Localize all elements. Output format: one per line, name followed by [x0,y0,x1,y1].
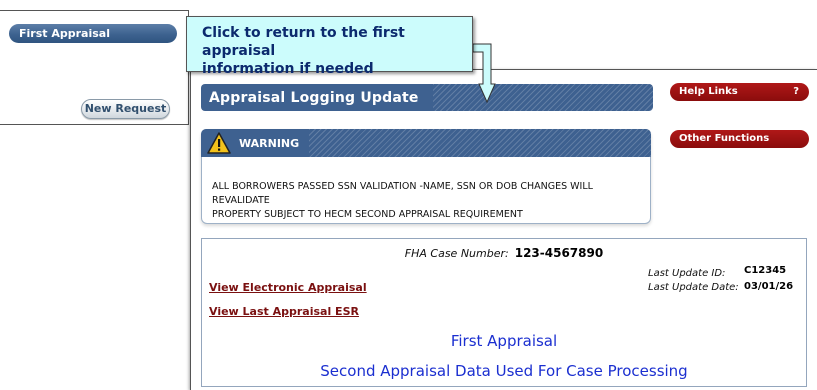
callout-tooltip: Click to return to the first appraisal i… [186,16,473,77]
warning-icon [207,132,231,154]
fha-case-number-label: FHA Case Number: [404,247,509,260]
new-request-button[interactable]: New Request [81,99,170,119]
callout-line-1: Click to return to the first appraisal [202,25,405,59]
other-functions-button[interactable]: Other Functions [670,130,809,148]
first-appraisal-heading: First Appraisal [450,332,558,350]
last-update-labels: Last Update ID: Last Update Date: [648,267,739,295]
appraisal-logging-window: Appraisal Logging Update Help Links ? Ot… [190,69,817,390]
warning-line: REVALIDATE [212,195,270,206]
last-update-date-label: Last Update Date: [648,282,739,293]
warning-panel: WARNING ALL BORROWERS PASSED SSN VALIDAT… [201,129,651,224]
help-links-label: Help Links [679,86,738,97]
page-title-bar: Appraisal Logging Update [201,84,653,111]
warning-header: WARNING [201,129,651,157]
title-bar-pattern [432,84,653,111]
last-update-id-label: Last Update ID: [648,268,726,279]
last-update-id-value: C12345 [744,265,787,276]
warning-title: WARNING [239,136,300,150]
fha-case-number-value: 123-4567890 [514,246,604,260]
last-update-date-value: 03/01/26 [744,281,794,292]
fha-case-number-row: FHA Case Number: 123-4567890 [202,246,806,260]
warning-line: PROPERTY SUBJECT TO HECM SECOND APPRAISA… [212,209,523,220]
warning-line: ALL BORROWERS PASSED SSN VALIDATION -NAM… [212,181,593,192]
case-details-panel: FHA Case Number: 123-4567890 Last Update … [201,238,807,387]
second-appraisal-heading: Second Appraisal Data Used For Case Proc… [320,362,688,380]
background-window: First Appraisal New Request [0,10,189,125]
callout-line-2: information if needed [202,61,374,77]
view-electronic-appraisal-link[interactable]: View Electronic Appraisal [209,281,367,294]
help-links-button[interactable]: Help Links ? [670,83,809,101]
view-last-appraisal-esr-link[interactable]: View Last Appraisal ESR [209,305,359,318]
warning-messages: ALL BORROWERS PASSED SSN VALIDATION -NAM… [212,180,632,222]
warning-header-pattern [309,129,651,157]
first-appraisal-tab[interactable]: First Appraisal [9,24,177,43]
page-title: Appraisal Logging Update [209,89,419,106]
last-update-values: C12345 03/01/26 [744,264,793,294]
question-mark-icon: ? [793,86,799,97]
